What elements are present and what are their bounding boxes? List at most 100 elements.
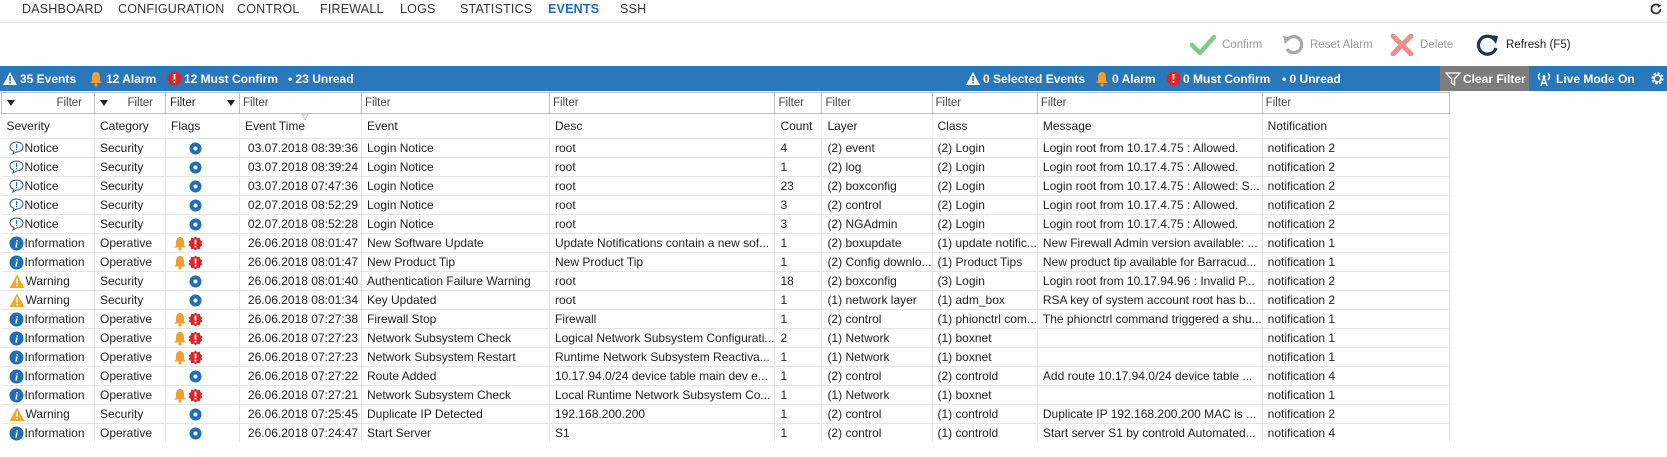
tab-firewall[interactable]: FIREWALL (320, 2, 384, 16)
tab-control[interactable]: CONTROL (237, 2, 300, 16)
filter-event-time[interactable]: Filter (239, 92, 362, 114)
selected-must-confirm-count: 0 Must Confirm (1166, 66, 1270, 91)
reset-alarm-button[interactable]: Reset Alarm (1282, 34, 1373, 56)
filter-count[interactable]: Filter (774, 92, 823, 114)
class-cell: (1) controld (932, 423, 1038, 442)
column-header-flags[interactable]: Flags (165, 113, 240, 139)
event-cell: Duplicate IP Detected (361, 404, 550, 424)
column-header-event-time[interactable]: ▽ Event Time (239, 113, 362, 139)
class-cell: (2) Login (932, 214, 1038, 234)
table-row[interactable]: i Information Operative 26.06.2018 07:27:23… (1, 347, 1450, 367)
count-cell: 18 (774, 271, 823, 291)
unread-count[interactable]: • 23 Unread (288, 66, 354, 91)
layer-cell: (1) Network (821, 385, 933, 405)
desc-cell: root (549, 214, 776, 234)
filter-desc[interactable]: Filter (548, 92, 776, 114)
column-header-message[interactable]: Message (1037, 113, 1263, 139)
desc-cell: S1 (549, 423, 776, 442)
confirm-button[interactable]: Confirm (1190, 34, 1262, 56)
info-icon: i (9, 350, 23, 364)
selected-events-count: 0 Selected Events (965, 66, 1085, 91)
filter-layer[interactable]: Filter (821, 92, 933, 114)
event-time-cell: 03.07.2018 08:39:36 (239, 138, 362, 158)
flags-cell (165, 176, 240, 196)
severity-cell: Notice (1, 176, 95, 196)
alarm-count[interactable]: 12 Alarm (88, 66, 156, 91)
filter-flags[interactable]: Filter (165, 92, 240, 114)
column-header-desc[interactable]: Desc (549, 113, 776, 139)
column-header-class[interactable]: Class (932, 113, 1038, 139)
live-mode-toggle[interactable]: Live Mode On (1535, 66, 1635, 91)
tab-events[interactable]: EVENTS (548, 2, 599, 16)
layer-cell: (2) control (821, 423, 933, 442)
info-icon: i (9, 388, 23, 402)
filter-class[interactable]: Filter (931, 92, 1038, 114)
flags-cell (165, 423, 240, 442)
category-cell: Security (94, 176, 166, 196)
filter-message[interactable]: Filter (1036, 92, 1263, 114)
must-confirm-icon (188, 350, 203, 364)
filter-notification[interactable]: Filter (1261, 92, 1450, 114)
column-header-count[interactable]: Count (774, 113, 823, 139)
column-header-severity[interactable]: Severity (1, 113, 95, 139)
class-cell: (2) Login (932, 176, 1038, 196)
message-cell (1037, 328, 1263, 348)
layer-cell: (2) NGAdmin (821, 214, 933, 234)
reload-icon[interactable] (1649, 2, 1663, 16)
event-time-cell: 26.06.2018 07:25:45 (239, 404, 362, 424)
table-row[interactable]: i Information Operative 26.06.2018 07:27:23… (1, 328, 1450, 348)
gear-icon[interactable] (1650, 71, 1665, 86)
table-row[interactable]: Notice Security 03.07.2018 08:39:36 Login N… (1, 138, 1450, 158)
table-row[interactable]: Warning Security 26.06.2018 08:01:34 Key Up… (1, 290, 1450, 310)
flags-cell (165, 252, 240, 272)
flags-cell (165, 385, 240, 405)
bell-icon (174, 255, 186, 270)
column-header-event[interactable]: Event (361, 113, 550, 139)
table-row[interactable]: Notice Security 02.07.2018 08:52:29 Login N… (1, 195, 1450, 215)
table-row[interactable]: Notice Security 02.07.2018 08:52:28 Login N… (1, 214, 1450, 234)
severity-cell: i Information (1, 385, 95, 405)
tab-configuration[interactable]: CONFIGURATION (118, 2, 225, 16)
desc-cell: root (549, 176, 776, 196)
category-cell: Security (94, 157, 166, 177)
column-header-notification[interactable]: Notification (1262, 113, 1450, 139)
tab-statistics[interactable]: STATISTICS (460, 2, 532, 16)
must-confirm-count[interactable]: 12 Must Confirm (167, 66, 278, 91)
unread-dot-icon (189, 218, 202, 230)
filter-category[interactable]: Filter (94, 92, 166, 114)
table-row[interactable]: Notice Security 03.07.2018 08:39:24 Login N… (1, 157, 1450, 177)
tab-logs[interactable]: LOGS (400, 2, 436, 16)
filter-severity[interactable]: Filter (1, 92, 95, 114)
table-row[interactable]: i Information Operative 26.06.2018 07:27:22… (1, 366, 1450, 386)
layer-cell: (2) control (821, 309, 933, 329)
table-row[interactable]: i Information Operative 26.06.2018 07:27:38… (1, 309, 1450, 329)
refresh-button[interactable]: Refresh (F5) (1476, 34, 1571, 56)
header-row: Severity Category Flags ▽ Event Time Even… (1, 113, 1450, 139)
must-confirm-icon (167, 71, 182, 86)
message-cell: Start server S1 by controld Automated... (1037, 423, 1263, 442)
table-row[interactable]: i Information Operative 26.06.2018 08:01:47… (1, 252, 1450, 272)
desc-cell: root (549, 195, 776, 215)
message-cell: Login root from 10.17.4.75 : Allowed. (1037, 195, 1263, 215)
delete-button[interactable]: Delete (1390, 34, 1453, 56)
column-header-layer[interactable]: Layer (821, 113, 933, 139)
table-row[interactable]: Notice Security 03.07.2018 07:47:36 Login N… (1, 176, 1450, 196)
info-icon: i (9, 255, 23, 269)
table-row[interactable]: i Information Operative 26.06.2018 07:24:47… (1, 423, 1450, 442)
table-row[interactable]: Warning Security 26.06.2018 08:01:40 Authen… (1, 271, 1450, 291)
events-count[interactable]: 35 Events (2, 66, 76, 91)
event-time-cell: 26.06.2018 07:27:23 (239, 328, 362, 348)
filter-event[interactable]: Filter (361, 92, 550, 114)
tab-dashboard[interactable]: DASHBOARD (22, 2, 103, 16)
unread-dot-icon (189, 370, 202, 382)
clear-filter-button[interactable]: Clear Filter (1440, 66, 1529, 91)
tab-ssh[interactable]: SSH (620, 2, 646, 16)
category-cell: Operative (94, 423, 166, 442)
info-icon: i (9, 331, 23, 345)
table-row[interactable]: i Information Operative 26.06.2018 08:01:47… (1, 233, 1450, 253)
table-row[interactable]: i Information Operative 26.06.2018 07:27:21… (1, 385, 1450, 405)
column-header-category[interactable]: Category (94, 113, 166, 139)
class-cell: (2) Login (932, 195, 1038, 215)
table-row[interactable]: Warning Security 26.06.2018 07:25:45 Duplic… (1, 404, 1450, 424)
notification-cell: notification 2 (1262, 290, 1450, 310)
